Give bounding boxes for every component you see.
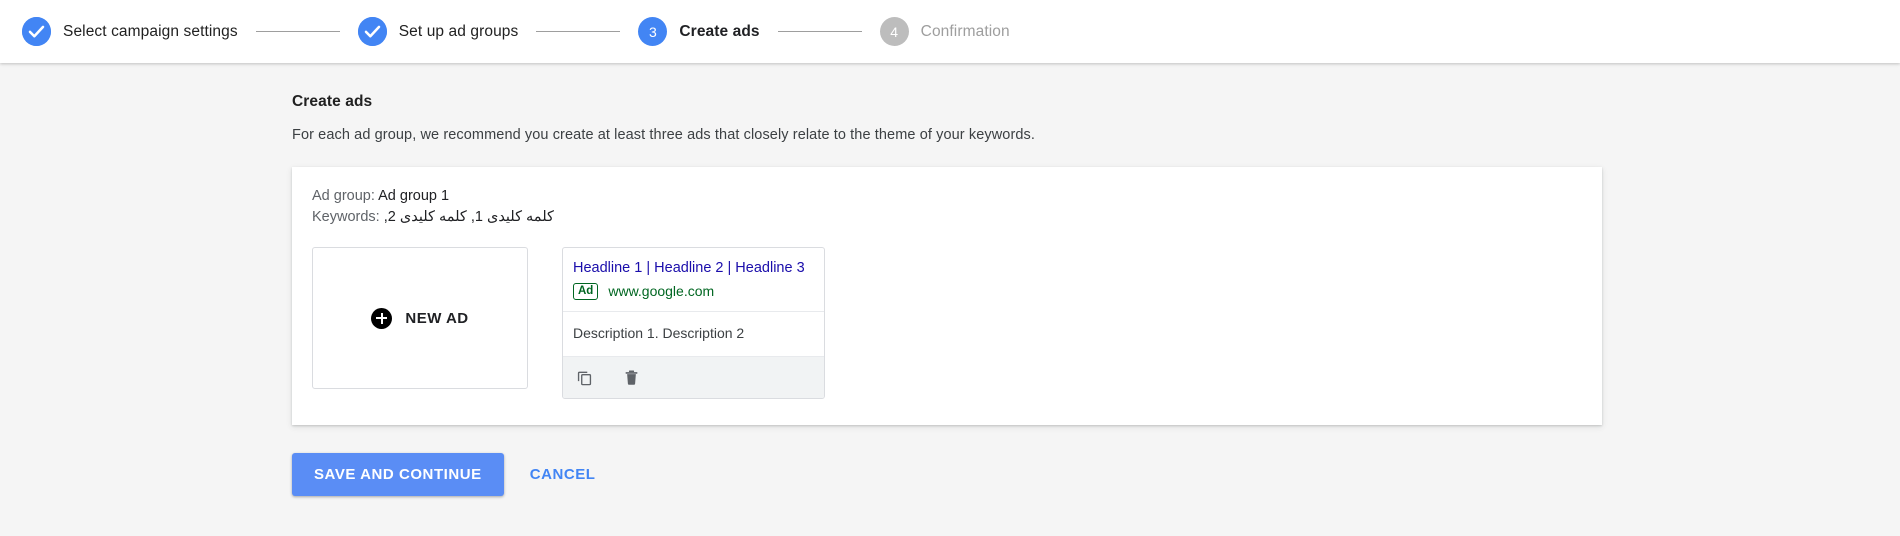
step-set-up-ad-groups[interactable]: Set up ad groups [357,17,519,46]
step-connector-2 [536,31,621,32]
keywords-label: Keywords: [312,209,380,226]
ad-group-name-row: Ad group: Ad group 1 [312,186,1582,207]
new-ad-inner: NEW AD [371,307,469,329]
ad-url-row: Ad www.google.com [573,282,814,300]
ad-preview-header: Headline 1 | Headline 2 | Headline 3 Ad … [563,248,824,312]
copy-icon[interactable] [573,366,595,388]
page-body: Create ads For each ad group, we recomme… [0,63,1900,496]
delete-icon[interactable] [620,366,642,388]
save-and-continue-button[interactable]: SAVE AND CONTINUE [292,452,504,496]
ad-badge: Ad [573,282,599,300]
ad-description: Description 1. Description 2 [563,312,824,357]
ad-group-value: Ad group 1 [378,188,450,204]
page-subtitle: For each ad group, we recommend you crea… [292,127,1036,143]
keywords-value: کلمه کلیدی 1, کلمه کلیدی 2, [383,209,554,226]
step-3-number: 3 [638,17,668,46]
step-connector-1 [255,31,340,32]
ad-group-card: Ad group: Ad group 1 Keywords: کلمه کلید… [292,167,1602,425]
footer-actions: SAVE AND CONTINUE CANCEL [292,452,1602,496]
wizard-stepper: Select campaign settings Set up ad group… [22,17,1010,46]
step-1-label: Select campaign settings [63,22,238,40]
step-connector-3 [777,31,862,32]
step-confirmation[interactable]: 4 Confirmation [879,17,1010,46]
content-column: Create ads For each ad group, we recomme… [292,93,1602,496]
cancel-button[interactable]: CANCEL [520,453,606,496]
step-1-check-icon [22,17,51,46]
new-ad-label: NEW AD [405,309,469,327]
keywords-row: Keywords: کلمه کلیدی 1, کلمه کلیدی 2, [312,207,1582,228]
ad-display-url: www.google.com [608,283,715,300]
step-2-check-icon [357,17,387,46]
ad-preview-card[interactable]: Headline 1 | Headline 2 | Headline 3 Ad … [562,247,825,399]
step-4-label: Confirmation [920,22,1010,40]
page-title: Create ads [292,93,373,110]
ad-headlines[interactable]: Headline 1 | Headline 2 | Headline 3 [573,259,814,278]
ad-group-label: Ad group: [312,188,375,204]
plus-circle-icon [371,307,393,329]
new-ad-button[interactable]: NEW AD [312,247,528,390]
step-select-campaign-settings[interactable]: Select campaign settings [22,17,238,46]
ad-preview-actions [563,356,824,398]
step-2-label: Set up ad groups [398,22,519,40]
ad-group-meta: Ad group: Ad group 1 Keywords: کلمه کلید… [312,186,1582,228]
ads-row: NEW AD Headline 1 | Headline 2 | Headlin… [312,247,1582,399]
step-3-label: Create ads [679,22,760,40]
wizard-header: Select campaign settings Set up ad group… [0,0,1900,63]
step-create-ads[interactable]: 3 Create ads [638,17,760,46]
step-4-number: 4 [879,17,909,46]
